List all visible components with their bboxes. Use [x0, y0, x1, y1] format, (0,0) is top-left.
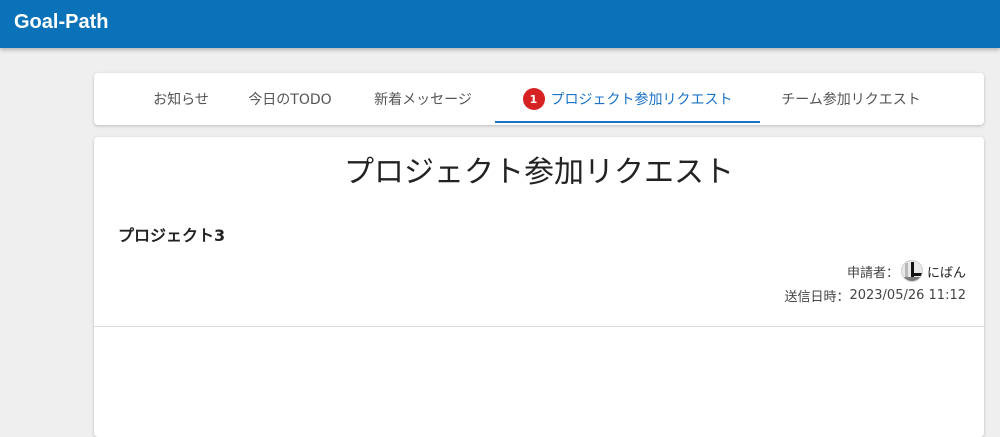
requester-label: 申請者：: [846, 265, 899, 281]
tab-today-todo[interactable]: 今日のTODO: [228, 73, 352, 125]
sent-at-row: 送信日時： 2023/05/26 11:12: [784, 283, 966, 307]
requester-row: 申請者： にばん: [784, 259, 966, 283]
app-title[interactable]: Goal-Path: [14, 11, 108, 34]
tab-project-join-requests[interactable]: 1 プロジェクト参加リクエスト: [495, 73, 760, 125]
tab-label: お知らせ: [153, 92, 209, 108]
notification-badge: 1: [522, 88, 545, 110]
tab-bar: お知らせ 今日のTODO 新着メッセージ 1 プロジェクト参加リクエスト チーム…: [94, 73, 984, 125]
tab-label: 今日のTODO: [248, 92, 332, 108]
request-card: プロジェクト参加リクエスト プロジェクト3 申請者： にばん 送信日時： 202…: [94, 137, 984, 437]
tab-label: チーム参加リクエスト: [781, 92, 921, 108]
page-title: プロジェクト参加リクエスト: [344, 155, 734, 190]
sent-label: 送信日時：: [784, 289, 850, 305]
project-name[interactable]: プロジェクト3: [118, 222, 225, 246]
sent-timestamp: 2023/05/26 11:12: [849, 287, 966, 303]
avatar: [900, 260, 923, 282]
tab-notices[interactable]: お知らせ: [134, 73, 228, 125]
tab-new-messages[interactable]: 新着メッセージ: [356, 73, 490, 125]
tab-label: 新着メッセージ: [374, 92, 472, 108]
tab-team-join-requests[interactable]: チーム参加リクエスト: [762, 73, 940, 125]
request-meta: 申請者： にばん 送信日時： 2023/05/26 11:12: [784, 259, 966, 307]
divider: [94, 326, 984, 327]
app-bar: Goal-Path: [0, 0, 1000, 48]
tab-label: プロジェクト参加リクエスト: [550, 92, 733, 108]
requester-name[interactable]: にばん: [927, 262, 966, 281]
active-tab-indicator: [495, 121, 760, 123]
